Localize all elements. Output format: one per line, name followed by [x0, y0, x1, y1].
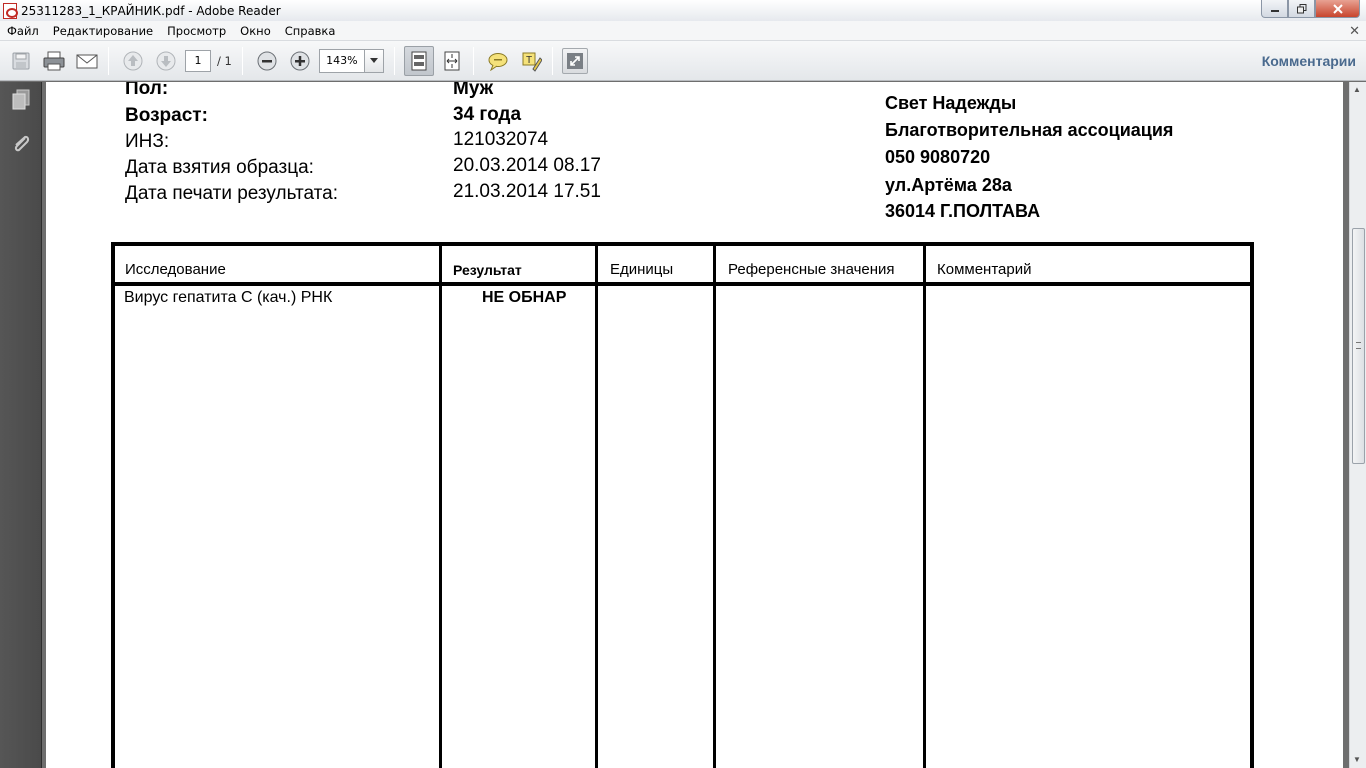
- scrollbar-grip: [1356, 342, 1361, 349]
- svg-text:T: T: [526, 55, 532, 66]
- toolbar-separator: [241, 46, 243, 75]
- age-value: 34 года: [453, 104, 522, 125]
- fit-page-button[interactable]: [403, 45, 434, 76]
- restore-icon: [1296, 3, 1306, 13]
- column-header-units: Единицы: [610, 261, 674, 278]
- column-header-reference: Референсные значения: [728, 261, 895, 278]
- arrow-up-icon: [123, 51, 143, 70]
- sample-date-value: 20.03.2014 08.17: [453, 155, 601, 176]
- zoom-out-button[interactable]: [252, 46, 282, 76]
- highlight-text-button[interactable]: T: [516, 46, 546, 76]
- email-button[interactable]: [72, 46, 102, 76]
- minimize-icon: [1270, 9, 1279, 12]
- close-icon: [1332, 3, 1343, 14]
- org-name: Свет Надежды: [885, 93, 1017, 113]
- previous-page-button[interactable]: [118, 46, 148, 76]
- window-title: 25311283_1_КРАЙНИК.pdf - Adobe Reader: [21, 3, 281, 18]
- print-date-label: Дата печати результата:: [125, 183, 338, 204]
- menubar-close-icon[interactable]: ✕: [1349, 23, 1360, 39]
- table-border-right: [1250, 242, 1254, 768]
- expand-icon: [566, 52, 583, 69]
- chevron-down-icon: [369, 58, 378, 63]
- zoom-in-icon: [290, 51, 310, 70]
- navigation-panel: [0, 82, 42, 768]
- fit-width-icon: [444, 51, 460, 70]
- fit-width-button[interactable]: [437, 46, 467, 76]
- comment-bubble-icon: [488, 52, 508, 71]
- menu-edit[interactable]: Редактирование: [46, 24, 160, 38]
- table-border-top: [111, 242, 1254, 246]
- toolbar-separator: [108, 46, 109, 75]
- row-test-name: Вирус гепатита С (кач.) РНК: [124, 289, 333, 306]
- table-col-divider: [439, 242, 442, 768]
- menu-view[interactable]: Просмотр: [160, 24, 233, 38]
- menu-file[interactable]: Файл: [0, 24, 46, 38]
- attachments-button[interactable]: [10, 132, 32, 156]
- save-icon: [12, 52, 30, 69]
- print-date-value: 21.03.2014 17.51: [453, 181, 601, 202]
- table-col-divider: [713, 242, 716, 768]
- org-type: Благотворительная ассоциация: [885, 120, 1174, 140]
- paperclip-icon: [14, 135, 30, 152]
- minimize-button[interactable]: [1261, 0, 1288, 18]
- menu-window[interactable]: Окно: [233, 24, 278, 38]
- zoom-dropdown-button[interactable]: [364, 48, 384, 73]
- page-total: / 1: [217, 53, 232, 68]
- save-button[interactable]: [6, 46, 36, 76]
- toolbar-separator: [551, 46, 553, 75]
- arrow-down-icon: [156, 51, 176, 70]
- org-street: ул.Артёма 28а: [885, 175, 1012, 195]
- menu-bar: Файл Редактирование Просмотр Окно Справк…: [0, 21, 1366, 41]
- page-number-input[interactable]: 1: [185, 49, 211, 72]
- toolbar-separator: [393, 46, 395, 75]
- column-header-comment: Комментарий: [937, 261, 1032, 278]
- close-button[interactable]: [1315, 0, 1360, 18]
- table-col-divider: [923, 242, 926, 768]
- table-header-divider: [111, 282, 1254, 286]
- org-phone: 050 9080720: [885, 147, 991, 167]
- email-icon: [76, 54, 98, 68]
- age-label: Возраст:: [125, 105, 208, 126]
- org-city: 36014 Г.ПОЛТАВА: [885, 201, 1041, 221]
- gender-value: Муж: [453, 82, 494, 99]
- highlighter-icon: T: [522, 52, 542, 72]
- sample-date-label: Дата взятия образца:: [125, 157, 314, 178]
- fit-page-icon: [411, 51, 427, 70]
- column-header-result: Результат: [453, 262, 522, 278]
- row-result-value: НЕ ОБНАР: [482, 289, 567, 306]
- full-screen-button[interactable]: [561, 47, 588, 74]
- pages-icon: [12, 89, 30, 110]
- scroll-up-arrow-icon[interactable]: ▲: [1353, 85, 1361, 94]
- toolbar-separator: [472, 46, 474, 75]
- print-button[interactable]: [39, 46, 69, 76]
- window-controls: [1261, 0, 1360, 18]
- table-border-left: [111, 242, 115, 768]
- inz-value: 121032074: [453, 129, 549, 150]
- table-col-divider: [595, 242, 598, 768]
- column-header-test: Исследование: [125, 261, 226, 278]
- menu-help[interactable]: Справка: [278, 24, 343, 38]
- page-thumbnails-button[interactable]: [10, 88, 32, 112]
- scrollbar-thumb[interactable]: [1352, 228, 1365, 464]
- print-icon: [43, 51, 65, 70]
- inz-label: ИНЗ:: [125, 131, 170, 152]
- zoom-selector[interactable]: 143%: [318, 48, 384, 73]
- vertical-scrollbar[interactable]: ▲ ▼: [1349, 82, 1366, 768]
- sticky-note-button[interactable]: [483, 46, 513, 76]
- title-bar: 25311283_1_КРАЙНИК.pdf - Adobe Reader: [0, 0, 1366, 21]
- next-page-button[interactable]: [151, 46, 181, 76]
- toolbar: 1 / 1 143% T Комментарии: [0, 41, 1366, 81]
- document-viewport[interactable]: Пол: Муж Возраст: 34 года ИНЗ: 121032074…: [43, 82, 1349, 768]
- gender-label: Пол:: [125, 82, 169, 99]
- scroll-down-arrow-icon[interactable]: ▼: [1353, 755, 1361, 764]
- zoom-out-icon: [257, 51, 277, 70]
- restore-button[interactable]: [1288, 0, 1315, 18]
- comments-panel-link[interactable]: Комментарии: [1262, 53, 1356, 69]
- pdf-page: Пол: Муж Возраст: 34 года ИНЗ: 121032074…: [46, 82, 1343, 768]
- zoom-in-button[interactable]: [285, 46, 315, 76]
- zoom-input[interactable]: 143%: [318, 48, 365, 73]
- adobe-pdf-icon: [3, 2, 18, 19]
